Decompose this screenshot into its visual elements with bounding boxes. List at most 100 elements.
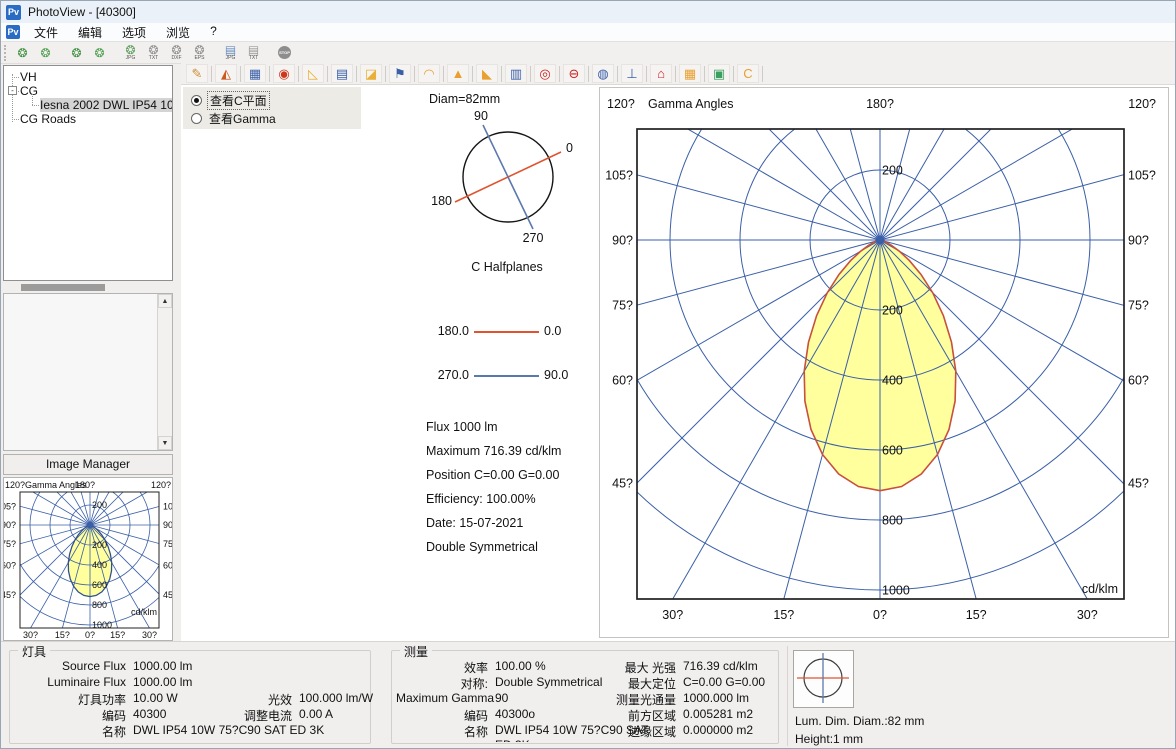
export-jpg-icon-label: JPG	[126, 56, 136, 61]
field-value: Double Symmetrical	[495, 675, 602, 689]
menu-item-4[interactable]: ?	[200, 22, 227, 43]
classification-flag-icon[interactable]: ⚑	[389, 64, 411, 83]
toolbar-separator	[240, 66, 241, 82]
c-plane-letter-icon[interactable]: C	[737, 64, 759, 83]
toolbar-separator	[472, 66, 473, 82]
toolbar-drag-handle[interactable]	[4, 45, 8, 61]
menu-item-3[interactable]: 浏览	[156, 22, 200, 43]
utilization-curve-icon[interactable]: ◣	[476, 64, 498, 83]
scroll-up-icon[interactable]: ▲	[158, 294, 172, 308]
tree-collapse-icon[interactable]: -	[8, 86, 17, 95]
doc-txt-icon[interactable]: ▤TXT	[242, 43, 265, 63]
luminaire-group-title: 灯具	[18, 643, 50, 660]
lum-dim-diameter: Lum. Dim. Diam.:82 mm	[795, 714, 924, 728]
app-icon: Pv	[6, 5, 21, 20]
diagram-toolbar: ✎ ◭ ▦ ◉ ◺ ▤ ◪ ⚑ ◠ ▲ ◣ ▥ ◎ ⊖ ◍ ⊥ ⌂ ▦ ▣ C	[181, 63, 1176, 85]
tree-item-3[interactable]: CG Roads	[20, 112, 76, 126]
export-dxf-icon[interactable]: ❂DXF	[165, 43, 188, 63]
isocandela-ellipse-icon[interactable]: ⊖	[563, 64, 585, 83]
menu-item-0[interactable]: 文件	[24, 22, 68, 43]
toolbar-separator	[211, 66, 212, 82]
doc-jpg-icon-label: JPG	[226, 56, 236, 61]
toolbar-separator	[559, 66, 560, 82]
field-row: 对称:Double Symmetrical	[396, 675, 602, 692]
polar-chart-icon[interactable]: ◭	[215, 64, 237, 83]
tree-item-1[interactable]: CG	[20, 84, 38, 98]
measurement-group-title: 测量	[400, 643, 432, 660]
field-value: 100.00 %	[495, 659, 546, 673]
detail-scrollbar[interactable]: ▲ ▼	[157, 294, 172, 450]
cie-flux-table-icon[interactable]: ▥	[505, 64, 527, 83]
tree-connector-line	[32, 94, 33, 105]
summary-table-icon[interactable]: ▦	[679, 64, 701, 83]
glare-eye-icon[interactable]: ◉	[273, 64, 295, 83]
isolux-rings-icon[interactable]: ◎	[534, 64, 556, 83]
label-180: 180	[431, 194, 452, 208]
detail-list-panel: ▲ ▼	[3, 293, 173, 451]
limit-curve-icon[interactable]: ◪	[360, 64, 382, 83]
luminaire-tree-panel: VH-CGIesna 2002 DWL IP54 10W 75?C90CG Ro…	[3, 65, 173, 281]
c90-c270-line	[483, 125, 533, 229]
svg-text:45?: 45?	[1128, 476, 1149, 490]
export-txt-icon[interactable]: ❂TXT	[142, 43, 165, 63]
window-title: PhotoView - [40300]	[28, 5, 136, 19]
edit-pencil-icon[interactable]: ✎	[186, 64, 208, 83]
radio-unselected-icon[interactable]	[191, 113, 202, 124]
toolbar-separator	[385, 66, 386, 82]
doc-txt-icon-label: TXT	[249, 56, 258, 61]
toolbar-separator	[733, 66, 734, 82]
field-label: 灯具功率	[14, 691, 126, 708]
photometer-color-icon[interactable]: ❂	[11, 43, 34, 63]
field-value: 40300o	[495, 707, 535, 721]
halfplanes-caption: C Halfplanes	[471, 260, 543, 274]
label-0: 0	[566, 141, 573, 155]
field-row: 效率100.00 %	[396, 659, 546, 676]
field-value: 1000.00 lm	[133, 659, 192, 673]
tree-item-0[interactable]: VH	[20, 70, 37, 84]
roof-diagram-icon[interactable]: ⌂	[650, 64, 672, 83]
photometric-solid-icon[interactable]: ⊥	[621, 64, 643, 83]
stop-icon[interactable]: STOP	[273, 43, 296, 63]
menu-item-2[interactable]: 选项	[112, 22, 156, 43]
cartesian-chart-icon[interactable]: ◺	[302, 64, 324, 83]
svg-text:105?: 105?	[1128, 168, 1156, 182]
radio-selected-icon[interactable]	[191, 95, 202, 106]
doc-jpg-icon[interactable]: ▤JPG	[219, 43, 242, 63]
intensity-table-icon[interactable]: ▦	[244, 64, 266, 83]
photometer-color2-icon[interactable]: ❂	[65, 43, 88, 63]
field-row: 边缘区域0.000000 m2	[592, 723, 753, 740]
svg-text:120?: 120?	[5, 480, 25, 490]
view-cplane-radio[interactable]: 查看C平面	[191, 93, 353, 108]
field-label: 前方区域	[592, 707, 676, 724]
luminaire-dome-icon[interactable]: ◠	[418, 64, 440, 83]
svg-text:30?: 30?	[1077, 608, 1098, 622]
field-row: 编码40300o	[396, 707, 535, 724]
export-jpg-icon[interactable]: ❂JPG	[119, 43, 142, 63]
scroll-down-icon[interactable]: ▼	[158, 436, 172, 450]
menu-item-1[interactable]: 编辑	[68, 22, 112, 43]
ugr-table-icon[interactable]: ▤	[331, 64, 353, 83]
export-eps-icon[interactable]: ❂EPS	[188, 43, 211, 63]
left-splitter-handle[interactable]	[21, 284, 105, 291]
cone-diagram-icon[interactable]: ▲	[447, 64, 469, 83]
export-txt-icon-label: TXT	[149, 56, 158, 61]
bottom-divider	[787, 646, 788, 746]
mdi-child-icon[interactable]: Pv	[6, 25, 20, 39]
field-label: 边缘区域	[592, 723, 676, 740]
image-view-icon[interactable]: ▣	[708, 64, 730, 83]
svg-text:75?: 75?	[612, 298, 633, 312]
photometer-bw2-icon[interactable]: ❂	[88, 43, 111, 63]
svg-text:45?: 45?	[612, 476, 633, 490]
c-halfplanes-diagram: Diam=82mm 90 0 180 270 C Halfplanes	[399, 89, 611, 289]
view-gamma-radio[interactable]: 查看Gamma	[191, 111, 353, 126]
toolbar-separator	[327, 66, 328, 82]
photometer-bw-icon[interactable]: ❂	[34, 43, 57, 63]
mini-polar-chart: 120?Gamma Angles180?120?105?105?90?90?75…	[4, 478, 172, 640]
image-manager-button[interactable]: Image Manager	[3, 454, 173, 475]
tree-item-2[interactable]: Iesna 2002 DWL IP54 10W 75?C90	[40, 98, 173, 112]
field-label: Maximum Gamma	[396, 691, 488, 705]
legend-90-label: 90.0	[544, 368, 584, 382]
ball-diagram-icon[interactable]: ◍	[592, 64, 614, 83]
chart-preview-panel[interactable]: 120?Gamma Angles180?120?105?105?90?90?75…	[3, 477, 173, 641]
svg-text:1000: 1000	[882, 583, 910, 597]
